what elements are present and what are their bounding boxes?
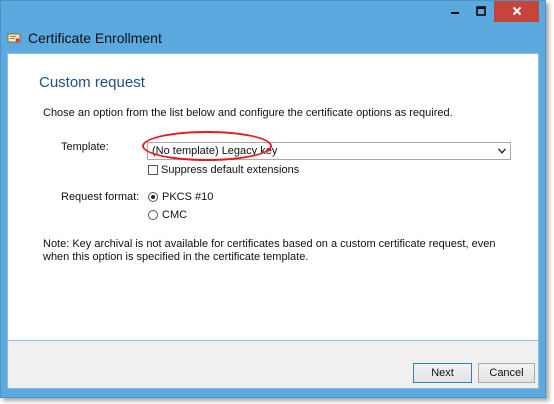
minimize-icon [450, 3, 460, 21]
template-selected-value: (No template) Legacy key [152, 145, 278, 157]
next-button[interactable]: Next [413, 363, 472, 383]
template-dropdown[interactable]: (No template) Legacy key [147, 142, 511, 160]
page-description: Chose an option from the list below and … [43, 107, 453, 119]
request-format-label: Request format: [61, 191, 140, 203]
maximize-icon [476, 3, 486, 21]
page-heading: Custom request [39, 74, 145, 91]
title-row: Certificate Enrollment [7, 30, 162, 46]
maximize-button[interactable] [468, 1, 494, 22]
radio-pkcs10-label: PKCS #10 [162, 191, 214, 203]
chevron-down-icon[interactable] [497, 143, 507, 159]
key-archival-note: Note: Key archival is not available for … [43, 238, 496, 263]
suppress-extensions-option[interactable]: Suppress default extensions [148, 164, 299, 176]
window-controls [442, 1, 539, 22]
radio-button[interactable] [148, 210, 158, 220]
close-button[interactable] [494, 1, 539, 22]
button-bar: Next Cancel [7, 341, 539, 389]
radio-pkcs10[interactable]: PKCS #10 [148, 191, 213, 203]
content-panel: Custom request Chose an option from the … [7, 53, 539, 341]
close-icon [512, 3, 522, 21]
certificate-icon [7, 31, 21, 45]
radio-cmc-label: CMC [162, 209, 188, 221]
title-bar[interactable]: Certificate Enrollment [1, 1, 545, 53]
cancel-button[interactable]: Cancel [478, 363, 535, 383]
radio-cmc[interactable]: CMC [148, 209, 187, 221]
template-label: Template: [61, 141, 109, 153]
certificate-enrollment-window: Certificate Enrollment Custom request Ch… [0, 0, 546, 398]
suppress-extensions-checkbox[interactable] [148, 165, 158, 175]
window-title: Certificate Enrollment [28, 30, 162, 46]
minimize-button[interactable] [442, 1, 468, 22]
radio-button-selected[interactable] [148, 192, 158, 202]
suppress-extensions-label: Suppress default extensions [161, 164, 300, 176]
